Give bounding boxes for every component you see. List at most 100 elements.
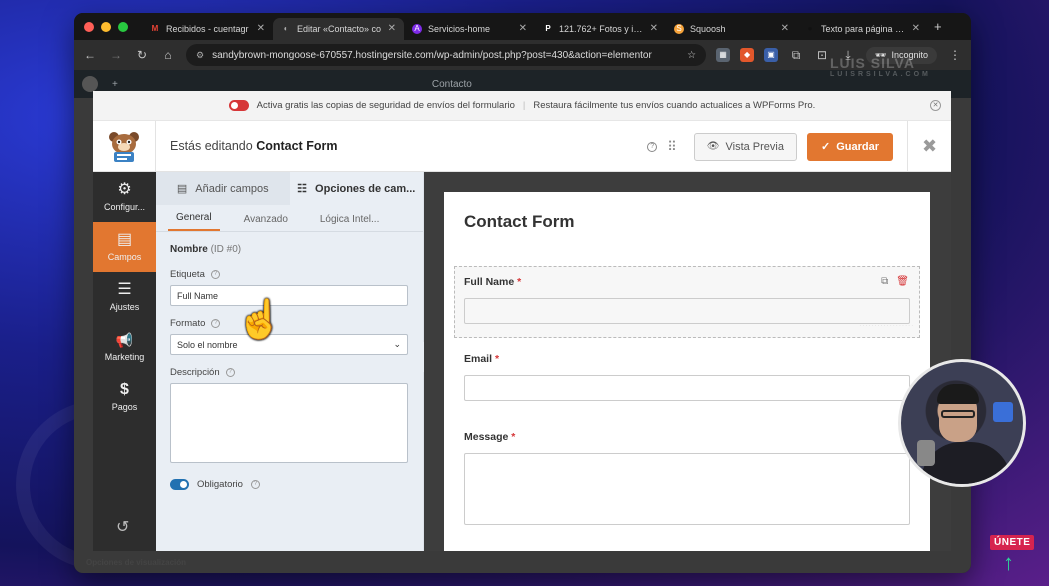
- field-settings: Nombre (ID #0) Etiqueta ? Full Name Form…: [156, 232, 423, 502]
- dollar-icon: $: [120, 381, 129, 398]
- format-select-value: Solo el nombre: [177, 339, 238, 350]
- label-text: Etiqueta: [170, 269, 205, 280]
- minimize-window-button[interactable]: [101, 21, 111, 32]
- close-notice-icon[interactable]: ✕: [930, 100, 941, 111]
- notice-separator: |: [522, 100, 526, 111]
- join-badge[interactable]: ÚNETE: [990, 535, 1035, 550]
- field-label-text: Email: [464, 353, 493, 365]
- megaphone-icon: 📢: [115, 332, 134, 348]
- help-icon[interactable]: ?: [250, 480, 260, 489]
- format-setting-label: Formato ?: [170, 318, 409, 329]
- backup-notice: Activa gratis las copias de seguridad de…: [93, 91, 951, 121]
- display-options-label[interactable]: Opciones de visualización: [86, 558, 186, 567]
- sidebar-item-ajustes[interactable]: ☰ Ajustes: [93, 272, 156, 322]
- webcam-overlay: [898, 359, 1026, 487]
- field-label: Email *: [464, 353, 910, 365]
- tab-label: 121.762+ Fotos y imá: [559, 23, 644, 34]
- sidebar-item-pagos[interactable]: $ Pagos: [93, 372, 156, 422]
- subtab-general[interactable]: General: [168, 212, 220, 231]
- help-icon[interactable]: ?: [225, 368, 235, 377]
- help-icon[interactable]: ?: [647, 141, 658, 152]
- bookmark-star-icon[interactable]: ☆: [687, 50, 696, 61]
- extension-icon[interactable]: ▣: [764, 48, 779, 62]
- close-icon[interactable]: ✕: [650, 23, 658, 34]
- new-tab-button[interactable]: +: [934, 19, 942, 34]
- email-input[interactable]: [464, 375, 910, 401]
- tab-editar-contacto[interactable]: ◐ Editar «Contacto» co ✕: [273, 17, 404, 40]
- close-builder-icon[interactable]: ✖: [907, 121, 951, 172]
- extension-icon[interactable]: ◆: [740, 48, 755, 62]
- close-icon[interactable]: ✕: [519, 23, 527, 34]
- preview-button[interactable]: 👁 Vista Previa: [693, 132, 797, 161]
- fields-list-icon: ▤: [116, 231, 133, 248]
- help-icon[interactable]: ?: [210, 270, 220, 279]
- forward-icon[interactable]: →: [108, 48, 124, 62]
- tab-gmail[interactable]: M Recibidos - cuentagr ✕: [142, 18, 273, 40]
- extension-icon[interactable]: ▦: [716, 48, 731, 62]
- wpforms-logo: [93, 120, 156, 172]
- grid-menu-icon[interactable]: ⠿: [667, 139, 676, 155]
- field-full-name[interactable]: Full Name *: [464, 276, 910, 324]
- sidebar-item-campos[interactable]: ▤ Campos: [93, 222, 156, 272]
- url-field[interactable]: ⚙ sandybrown-mongoose-670557.hostingersi…: [186, 44, 707, 66]
- close-icon[interactable]: ✕: [912, 23, 920, 34]
- sliders-icon: ☰: [117, 281, 132, 298]
- tab-texto[interactable]: ● Texto para página we ✕: [797, 18, 928, 40]
- wordpress-icon: ◐: [283, 23, 289, 33]
- builder-header: Estás editando Contact Form ? ⠿ 👁 Vista …: [93, 120, 951, 172]
- label-setting-label: Etiqueta ?: [170, 269, 409, 280]
- revisions-history-icon[interactable]: ↺: [116, 517, 129, 537]
- subtab-logica[interactable]: Lógica Intel...: [312, 214, 387, 231]
- bear-logo-icon: [109, 132, 139, 162]
- sidebar-item-configuracion[interactable]: ⚙ Configur...: [93, 172, 156, 222]
- tab-fotos[interactable]: P 121.762+ Fotos y imá ✕: [535, 18, 666, 40]
- close-icon[interactable]: ✕: [781, 23, 789, 34]
- presenter-glasses: [941, 410, 975, 418]
- watermark-subtext: LUISRSILVA.COM: [830, 71, 931, 78]
- format-text: Formato: [170, 318, 206, 329]
- reload-icon[interactable]: ↻: [134, 48, 150, 62]
- notice-extra: Restaura fácilmente tus envíos cuando ac…: [533, 100, 816, 111]
- freepik-icon: P: [545, 23, 551, 33]
- format-select[interactable]: Solo el nombre ⌄: [170, 334, 408, 355]
- extensions-puzzle-icon[interactable]: ⧉: [788, 48, 804, 63]
- field-message[interactable]: Message *: [464, 431, 910, 525]
- sidebar-item-marketing[interactable]: 📢 Marketing: [93, 322, 156, 372]
- subtab-avanzado[interactable]: Avanzado: [236, 214, 296, 231]
- backup-toggle[interactable]: [228, 100, 249, 111]
- maximize-window-button[interactable]: [118, 21, 128, 32]
- close-icon[interactable]: ✕: [388, 23, 396, 34]
- background-lamp: [993, 402, 1013, 422]
- tab-field-options[interactable]: ☷ Opciones de cam...: [289, 172, 423, 205]
- home-icon[interactable]: ⌂: [160, 48, 176, 62]
- field-id: (ID #0): [210, 244, 242, 255]
- description-textarea[interactable]: [170, 383, 408, 463]
- required-toggle[interactable]: [170, 479, 189, 490]
- header-actions: ? ⠿ 👁 Vista Previa ✓ Guardar ✖: [647, 121, 951, 172]
- field-label: Full Name *: [464, 276, 910, 288]
- menu-kebab-icon[interactable]: ⋮: [947, 48, 963, 62]
- full-name-input[interactable]: [464, 298, 910, 324]
- contact-page-label[interactable]: Contacto: [432, 79, 472, 90]
- tab-add-fields[interactable]: ▤ Añadir campos: [156, 172, 290, 205]
- sidebar-item-label: Marketing: [104, 352, 145, 362]
- help-icon[interactable]: ?: [211, 319, 221, 328]
- label-input[interactable]: Full Name: [170, 285, 408, 306]
- field-name: Nombre: [170, 244, 208, 255]
- add-element-icon[interactable]: +: [112, 79, 118, 90]
- field-email[interactable]: Email *: [464, 353, 910, 401]
- tab-servicios[interactable]: A Servicios-home ✕: [404, 18, 535, 40]
- close-icon[interactable]: ✕: [257, 23, 265, 34]
- close-window-button[interactable]: [84, 21, 94, 32]
- site-info-icon[interactable]: ⚙: [196, 50, 204, 61]
- screenshot-icon[interactable]: ⊡: [814, 48, 830, 62]
- message-textarea[interactable]: [464, 453, 910, 525]
- save-button[interactable]: ✓ Guardar: [806, 132, 893, 161]
- hand-pointer-icon: ☝: [236, 299, 284, 341]
- elementor-logo-icon[interactable]: [82, 76, 98, 92]
- sidebar-item-label: Ajustes: [109, 302, 140, 312]
- sidebar-item-label: Campos: [107, 252, 142, 262]
- back-icon[interactable]: ←: [82, 48, 98, 62]
- tab-squoosh[interactable]: S Squoosh ✕: [666, 18, 797, 40]
- arrow-up-icon: ↑: [1003, 550, 1014, 575]
